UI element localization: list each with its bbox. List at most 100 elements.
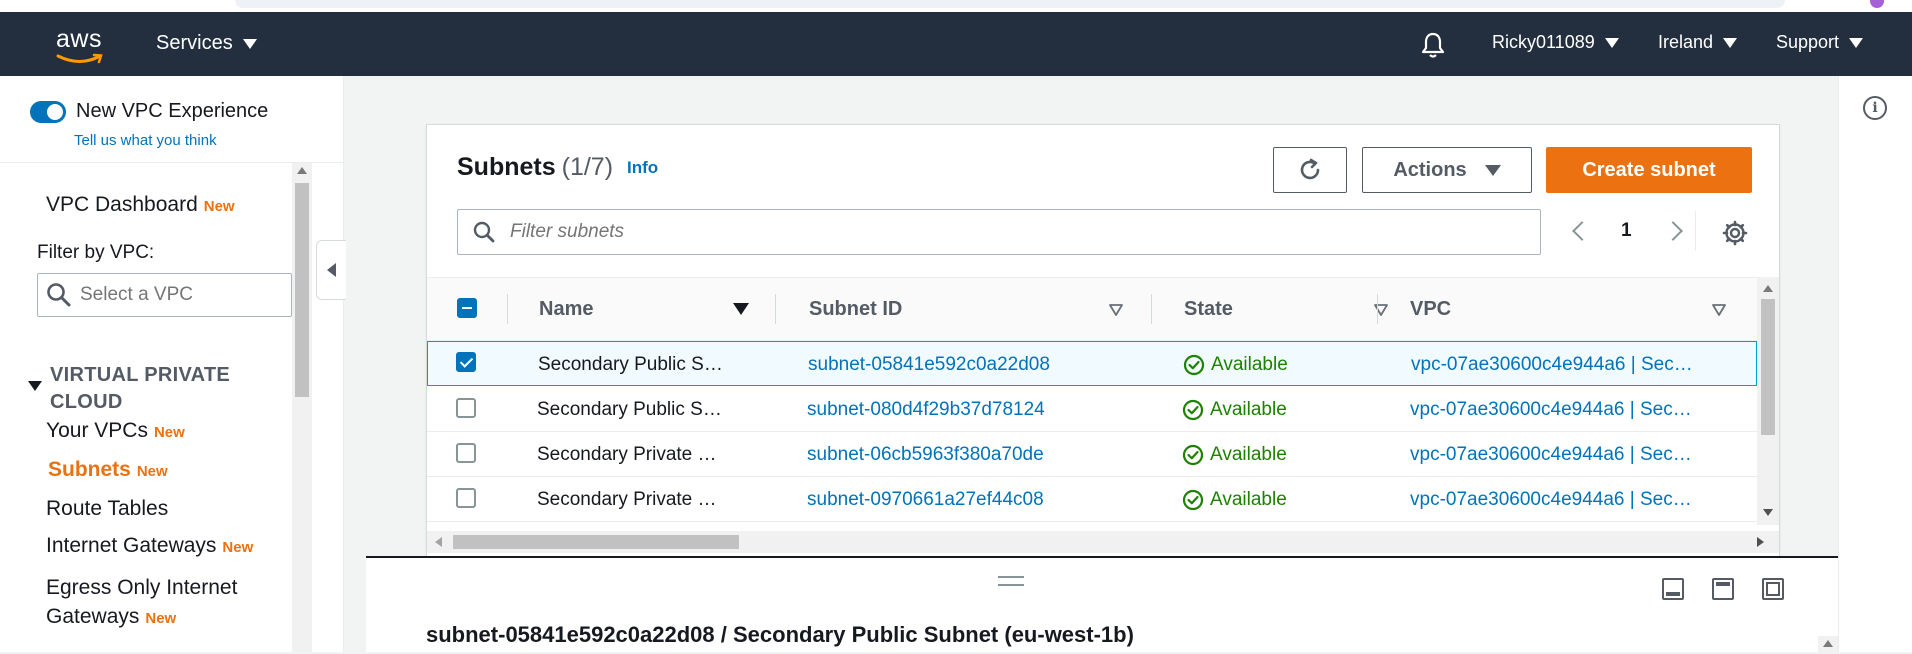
details-split-panel: subnet-05841e592c0a22d08 / Secondary Pub… xyxy=(366,556,1838,654)
region-name: Ireland xyxy=(1658,32,1714,52)
split-panel-scrollbar[interactable] xyxy=(1818,636,1838,654)
new-badge: New xyxy=(153,424,185,441)
sidebar-item-label: Subnets xyxy=(48,458,131,481)
sidebar-item-label: VPC Dashboard xyxy=(46,193,198,216)
table-row[interactable]: Secondary Private … subnet-0970661a27ef4… xyxy=(427,477,1757,522)
new-vpc-experience-toggle[interactable] xyxy=(30,100,66,123)
table-header-section: Subnets(1/7) Info Actions Create subnet xyxy=(427,125,1779,277)
browser-profile-avatar[interactable] xyxy=(1870,0,1884,8)
sidebar-item-subnets[interactable]: Subnets New xyxy=(48,458,168,482)
filter-subnets-field[interactable] xyxy=(457,209,1541,255)
sidebar-item-egress-only-internet-gateways[interactable]: Egress Only Internet Gateways New xyxy=(46,573,286,633)
tell-us-link[interactable]: Tell us what you think xyxy=(74,132,217,149)
collapse-sidebar-button[interactable] xyxy=(316,240,346,300)
current-page-number[interactable]: 1 xyxy=(1621,220,1632,242)
pagination: 1 xyxy=(1567,211,1683,251)
table-horizontal-scrollbar[interactable] xyxy=(427,531,1779,553)
gear-icon[interactable] xyxy=(1721,219,1749,247)
filter-subnets-input[interactable] xyxy=(508,220,1408,244)
panel-side-icon[interactable] xyxy=(1712,578,1734,600)
services-menu-button[interactable]: Services xyxy=(156,32,257,55)
table-row[interactable]: Secondary Private … subnet-06cb5963f380a… xyxy=(427,432,1757,477)
column-divider xyxy=(507,294,508,324)
cell-vpc-link[interactable]: vpc-07ae30600c4e944a6 | Sec… xyxy=(1410,387,1740,432)
region-menu-button[interactable]: Ireland xyxy=(1658,32,1738,53)
panel-full-icon[interactable] xyxy=(1762,578,1784,600)
table-vertical-scrollbar[interactable] xyxy=(1757,277,1779,525)
cell-state: Available xyxy=(1182,477,1382,522)
vpc-select-input[interactable] xyxy=(78,283,278,307)
section-title-virtual-private-cloud[interactable]: VIRTUAL PRIVATE CLOUD xyxy=(50,362,290,416)
cell-name: Secondary Public S… xyxy=(537,398,722,420)
status-available-icon xyxy=(1182,489,1204,510)
new-badge: New xyxy=(145,610,177,627)
scroll-down-arrow[interactable] xyxy=(1763,509,1773,516)
table-row[interactable]: Secondary Public S… subnet-080d4f29b37d7… xyxy=(427,387,1757,432)
cell-subnet-id-link[interactable]: subnet-05841e592c0a22d08 xyxy=(808,342,1148,387)
row-checkbox[interactable] xyxy=(456,352,476,372)
chevron-right-icon[interactable] xyxy=(1662,221,1683,241)
column-header-state[interactable]: State xyxy=(1184,278,1388,340)
sidebar-item-your-vpcs[interactable]: Your VPCs New xyxy=(46,419,185,443)
caret-down-icon[interactable] xyxy=(28,381,42,391)
cell-state: Available xyxy=(1182,432,1382,477)
support-menu-button[interactable]: Support xyxy=(1776,32,1864,53)
actions-dropdown-button[interactable]: Actions xyxy=(1362,147,1532,193)
sidebar-item-internet-gateways[interactable]: Internet Gateways New xyxy=(46,534,253,558)
column-header-vpc[interactable]: VPC xyxy=(1410,278,1750,340)
vpc-select[interactable] xyxy=(37,273,292,317)
sort-descending-icon[interactable] xyxy=(733,303,749,315)
account-menu-button[interactable]: Ricky011089 xyxy=(1492,32,1619,53)
aws-logo[interactable]: aws xyxy=(54,25,110,65)
row-checkbox[interactable] xyxy=(456,398,476,418)
row-checkbox[interactable] xyxy=(456,488,476,508)
column-divider xyxy=(775,294,776,324)
state-text: Available xyxy=(1210,398,1287,420)
scroll-up-arrow[interactable] xyxy=(297,167,307,174)
select-all-checkbox[interactable] xyxy=(457,298,477,318)
refresh-button[interactable] xyxy=(1273,147,1347,193)
sidebar-scrollbar[interactable] xyxy=(292,163,312,652)
column-header-subnet-id[interactable]: Subnet ID xyxy=(809,278,1129,340)
cell-name: Secondary Public S… xyxy=(538,353,723,375)
table-row[interactable]: Secondary Public S… subnet-05841e592c0a2… xyxy=(427,341,1757,386)
new-vpc-experience-toggle-row: New VPC Experience xyxy=(30,100,268,123)
sort-unsorted-icon[interactable] xyxy=(1109,304,1123,316)
scroll-up-arrow[interactable] xyxy=(1823,640,1833,647)
bell-icon[interactable] xyxy=(1420,30,1446,60)
sort-unsorted-icon[interactable] xyxy=(1712,304,1726,316)
sidebar-item-label: Route Tables xyxy=(46,497,169,520)
create-subnet-button[interactable]: Create subnet xyxy=(1546,147,1752,193)
state-text: Available xyxy=(1210,488,1287,510)
column-divider xyxy=(1377,294,1378,324)
column-header-name[interactable]: Name xyxy=(539,278,779,340)
scrollbar-thumb[interactable] xyxy=(295,183,309,397)
chevron-left-icon[interactable] xyxy=(1572,221,1592,241)
search-icon xyxy=(47,283,71,307)
cell-vpc-link[interactable]: vpc-07ae30600c4e944a6 | Sec… xyxy=(1410,477,1740,522)
sidebar-item-vpc-dashboard[interactable]: VPC Dashboard New xyxy=(46,193,235,217)
cell-subnet-id-link[interactable]: subnet-080d4f29b37d78124 xyxy=(807,387,1147,432)
scrollbar-thumb[interactable] xyxy=(453,535,739,549)
cell-subnet-id-link[interactable]: subnet-0970661a27ef44c08 xyxy=(807,477,1147,522)
table-header-row: Name Subnet ID State VPC xyxy=(427,277,1757,341)
status-available-icon xyxy=(1183,354,1205,375)
panel-bottom-icon[interactable] xyxy=(1662,578,1684,600)
drag-handle-icon[interactable] xyxy=(998,576,1024,586)
scroll-left-arrow[interactable] xyxy=(435,537,442,547)
caret-down-icon xyxy=(1604,37,1619,48)
sidebar-item-route-tables[interactable]: Route Tables xyxy=(46,497,168,521)
scrollbar-thumb[interactable] xyxy=(1761,299,1775,435)
cell-subnet-id-link[interactable]: subnet-06cb5963f380a70de xyxy=(807,432,1147,477)
row-checkbox[interactable] xyxy=(456,443,476,463)
cell-name: Secondary Private … xyxy=(537,488,717,510)
cell-vpc-link[interactable]: vpc-07ae30600c4e944a6 | Sec… xyxy=(1410,432,1740,477)
scroll-up-arrow[interactable] xyxy=(1763,285,1773,292)
cell-vpc-link[interactable]: vpc-07ae30600c4e944a6 | Sec… xyxy=(1411,342,1741,387)
caret-down-icon xyxy=(242,38,257,49)
column-header-label: Subnet ID xyxy=(809,297,903,320)
info-icon[interactable]: i xyxy=(1863,96,1887,120)
subnets-table: Name Subnet ID State VPC Secondary Publi… xyxy=(427,277,1779,557)
info-link[interactable]: Info xyxy=(627,158,658,177)
scroll-right-arrow[interactable] xyxy=(1757,537,1764,547)
